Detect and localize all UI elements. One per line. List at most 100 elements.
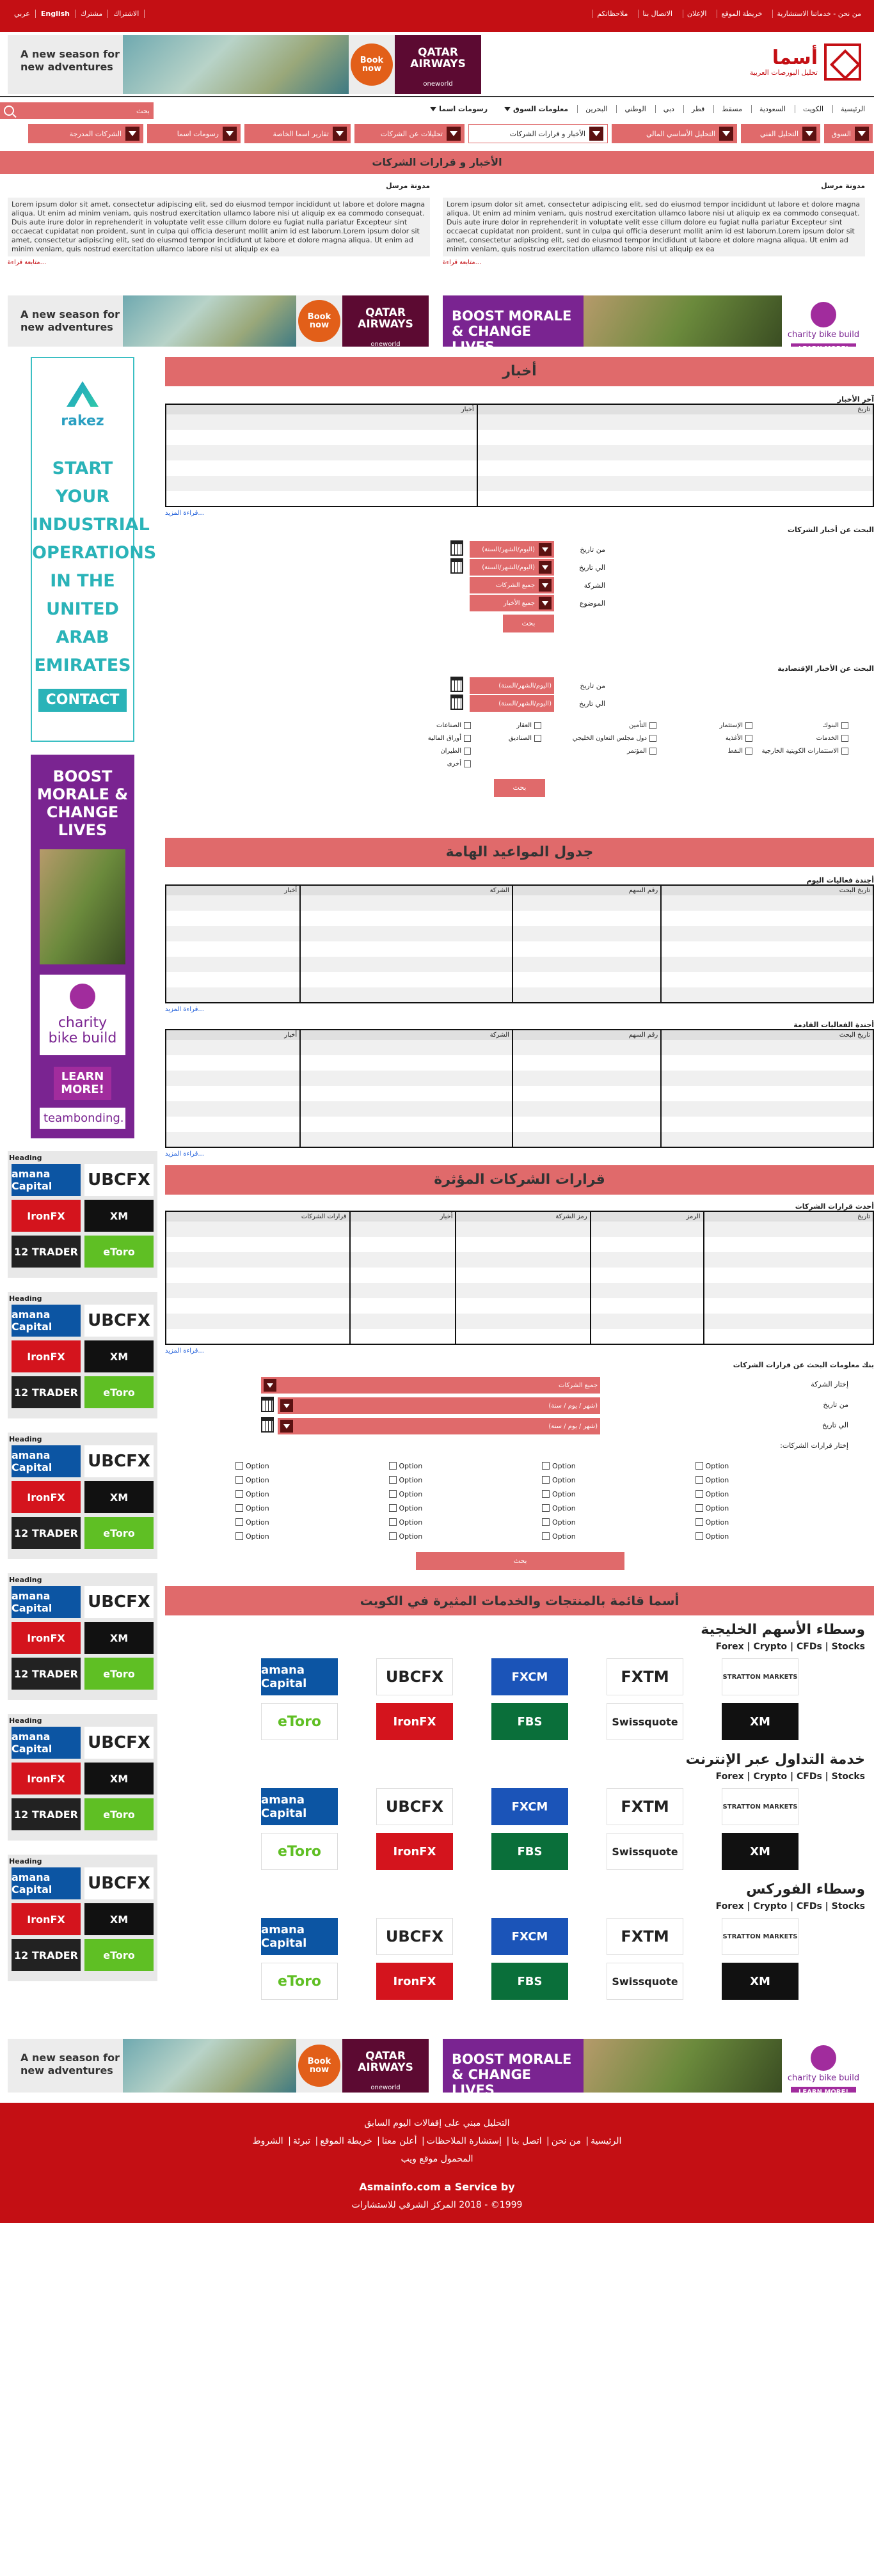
option-checkbox[interactable]: Option — [388, 1529, 543, 1543]
option-checkbox[interactable]: Option — [388, 1515, 543, 1529]
option-checkbox[interactable]: Option — [388, 1459, 543, 1473]
to-date-field[interactable]: (اليوم/الشهر/السنة) — [470, 695, 554, 712]
learn-more-button[interactable]: LEARN MORE! — [54, 1067, 111, 1100]
fbs-logo[interactable]: FBS — [491, 1963, 568, 2000]
top-link-sitemap[interactable]: خريطة الموقع — [717, 10, 766, 18]
nav-home[interactable]: الرئيسية — [832, 105, 865, 113]
sector-checkbox[interactable]: النفط — [656, 744, 752, 757]
12trader-logo[interactable]: 12 TRADER — [12, 1517, 81, 1549]
amana-logo[interactable]: amana Capital — [12, 1305, 81, 1337]
ironfx-logo[interactable]: IronFX — [376, 1963, 453, 2000]
qatar-airways-ad[interactable]: A new season for new adventures Book now… — [8, 295, 429, 347]
top-link-feedback[interactable]: ملاحظاتكم — [592, 10, 632, 18]
teambonding-vertical-ad[interactable]: BOOST MORALE & CHANGE LIVES charity bike… — [31, 755, 134, 1138]
cat-technical[interactable]: التحليل الفني — [741, 124, 820, 143]
search-button[interactable]: بحث — [503, 615, 554, 632]
sector-checkbox[interactable]: المؤتمر — [541, 744, 656, 757]
xm-logo[interactable]: XM — [84, 1200, 154, 1232]
footer-link[interactable]: الرئيسية — [591, 2136, 621, 2146]
ubcfx-logo[interactable]: UBCFX — [84, 1305, 154, 1337]
search-input[interactable]: بحث — [136, 107, 150, 115]
ironfx-logo[interactable]: IronFX — [12, 1622, 81, 1654]
option-checkbox[interactable]: Option — [695, 1529, 849, 1543]
option-checkbox[interactable]: Option — [695, 1515, 849, 1529]
ironfx-logo[interactable]: IronFX — [12, 1763, 81, 1795]
etoro-logo[interactable]: eToro — [84, 1517, 154, 1549]
fxcm-logo[interactable]: FXCM — [491, 1918, 568, 1955]
option-checkbox[interactable]: Option — [542, 1487, 695, 1501]
blog-read-more[interactable]: متابعة قراءة... — [8, 259, 430, 266]
ubcfx-logo[interactable]: UBCFX — [84, 1445, 154, 1477]
option-checkbox[interactable]: Option — [388, 1473, 543, 1487]
calendar-icon[interactable] — [261, 1417, 274, 1433]
qatar-airways-ad[interactable]: A new season for new adventures Book now… — [8, 2039, 429, 2093]
sector-checkbox[interactable]: أوراق المالية — [375, 732, 471, 744]
ubcfx-logo[interactable]: UBCFX — [376, 1658, 453, 1695]
xm-logo[interactable]: XM — [722, 1963, 799, 2000]
ubcfx-logo[interactable]: UBCFX — [84, 1727, 154, 1759]
cat-company-analysis[interactable]: تحليلات عن الشركات — [354, 124, 465, 143]
option-checkbox[interactable]: Option — [388, 1501, 543, 1515]
option-checkbox[interactable]: Option — [388, 1487, 543, 1501]
fxcm-logo[interactable]: FXCM — [491, 1788, 568, 1825]
option-checkbox[interactable]: Option — [695, 1473, 849, 1487]
12trader-logo[interactable]: 12 TRADER — [12, 1658, 81, 1690]
from-date-field[interactable]: (اليوم/الشهر/السنة) — [470, 541, 554, 558]
sector-checkbox[interactable]: الإستثمار — [656, 719, 752, 732]
option-checkbox[interactable]: Option — [695, 1501, 849, 1515]
12trader-logo[interactable]: 12 TRADER — [12, 1939, 81, 1971]
cat-market[interactable]: السوق — [824, 124, 873, 143]
option-checkbox[interactable]: Option — [542, 1501, 695, 1515]
footer-link[interactable]: تبرئة — [293, 2136, 310, 2146]
calendar-icon[interactable] — [261, 1397, 274, 1412]
xm-logo[interactable]: XM — [84, 1481, 154, 1513]
sector-checkbox[interactable]: التأمين — [541, 719, 656, 732]
search-icon[interactable] — [4, 106, 14, 116]
footer-link[interactable]: إستشارة الملاحظات — [427, 2136, 502, 2146]
read-more-link[interactable]: قراءة المزيد... — [165, 1347, 874, 1355]
fbs-logo[interactable]: FBS — [491, 1703, 568, 1740]
nav-market-info[interactable]: معلومات السوق — [497, 105, 568, 113]
footer-link[interactable]: الشروط — [253, 2136, 283, 2146]
etoro-logo[interactable]: eToro — [261, 1703, 338, 1740]
amana-logo[interactable]: amana Capital — [12, 1586, 81, 1618]
etoro-logo[interactable]: eToro — [84, 1376, 154, 1408]
option-checkbox[interactable]: Option — [695, 1487, 849, 1501]
calendar-icon[interactable] — [450, 677, 463, 692]
etoro-logo[interactable]: eToro — [261, 1963, 338, 2000]
ubcfx-logo[interactable]: UBCFX — [84, 1586, 154, 1618]
contact-us-button[interactable]: CONTACT US — [38, 689, 127, 731]
subscribe-link[interactable]: الاشتراك — [108, 10, 145, 18]
read-more-link[interactable]: قراءة المزيد... — [165, 510, 874, 517]
subject-select[interactable]: جميع الأخبار — [470, 595, 554, 611]
sector-checkbox[interactable]: دول مجلس التعاون الخليجي — [541, 732, 656, 744]
sector-checkbox[interactable]: الاستثمارات الكويتية الخارجية — [752, 744, 848, 757]
option-checkbox[interactable]: Option — [235, 1501, 389, 1515]
12trader-logo[interactable]: 12 TRADER — [12, 1236, 81, 1268]
etoro-logo[interactable]: eToro — [84, 1939, 154, 1971]
etoro-logo[interactable]: eToro — [84, 1658, 154, 1690]
xm-logo[interactable]: XM — [722, 1833, 799, 1870]
sector-checkbox[interactable]: العقار — [471, 719, 541, 732]
cat-listed-companies[interactable]: الشركات المدرجة — [28, 124, 143, 143]
site-logo[interactable]: أسما تحليل البورصات العربية — [750, 43, 861, 81]
teambonding-ad[interactable]: BOOST MORALE & CHANGE LIVES charity bike… — [443, 2039, 865, 2093]
nav-muscat[interactable]: مسقط — [713, 105, 742, 113]
ironfx-logo[interactable]: IronFX — [376, 1833, 453, 1870]
top-link-about[interactable]: من نحن - خدماتنا الاستشارية — [772, 10, 865, 18]
footer-link[interactable]: اتصل بنا — [511, 2136, 541, 2146]
stratton-logo[interactable]: STRATTON MARKETS — [722, 1918, 799, 1955]
search-button[interactable]: بحث — [494, 779, 545, 797]
mobile-site-link[interactable]: المحمول موقع ويب — [0, 2150, 874, 2168]
fxtm-logo[interactable]: FXTM — [607, 1918, 683, 1955]
from-date-field[interactable]: (شهر / يوم / سنة) — [278, 1397, 600, 1414]
from-date-field[interactable]: (اليوم/الشهر/السنة) — [470, 677, 554, 694]
ironfx-logo[interactable]: IronFX — [12, 1340, 81, 1372]
nav-national[interactable]: الوطني — [616, 105, 646, 113]
amana-logo[interactable]: amana Capital — [261, 1788, 338, 1825]
amana-logo[interactable]: amana Capital — [261, 1918, 338, 1955]
xm-logo[interactable]: XM — [84, 1622, 154, 1654]
nav-saudi[interactable]: السعودية — [751, 105, 786, 113]
nav-dubai[interactable]: دبي — [655, 105, 674, 113]
ironfx-logo[interactable]: IronFX — [12, 1200, 81, 1232]
